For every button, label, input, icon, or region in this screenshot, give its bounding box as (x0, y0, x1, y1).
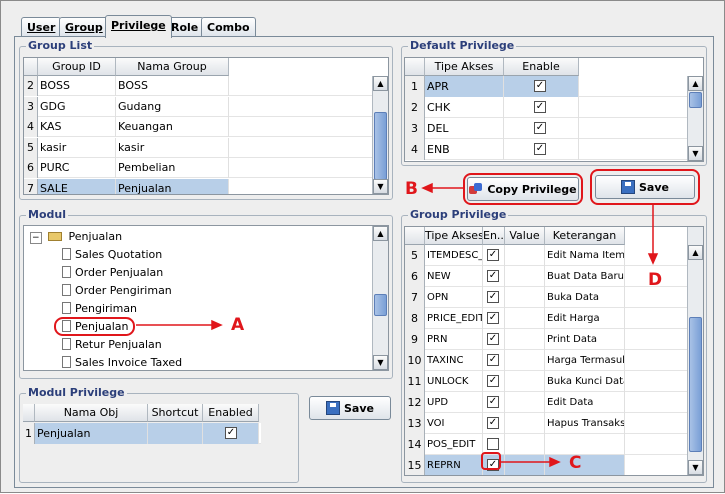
annotation-label-a: A (231, 315, 245, 335)
tab-label: Privilege (111, 19, 166, 32)
tab-privilege[interactable]: Privilege (105, 15, 172, 38)
annotation-label-c: C (569, 453, 582, 473)
annotation-ring-c (481, 452, 501, 470)
app-window: User Group Privilege Role Combo Group Li… (0, 0, 725, 493)
annotation-label-d: D (648, 270, 663, 290)
annotation-arrows (136, 182, 659, 468)
annotation-label-b: B (405, 179, 418, 199)
